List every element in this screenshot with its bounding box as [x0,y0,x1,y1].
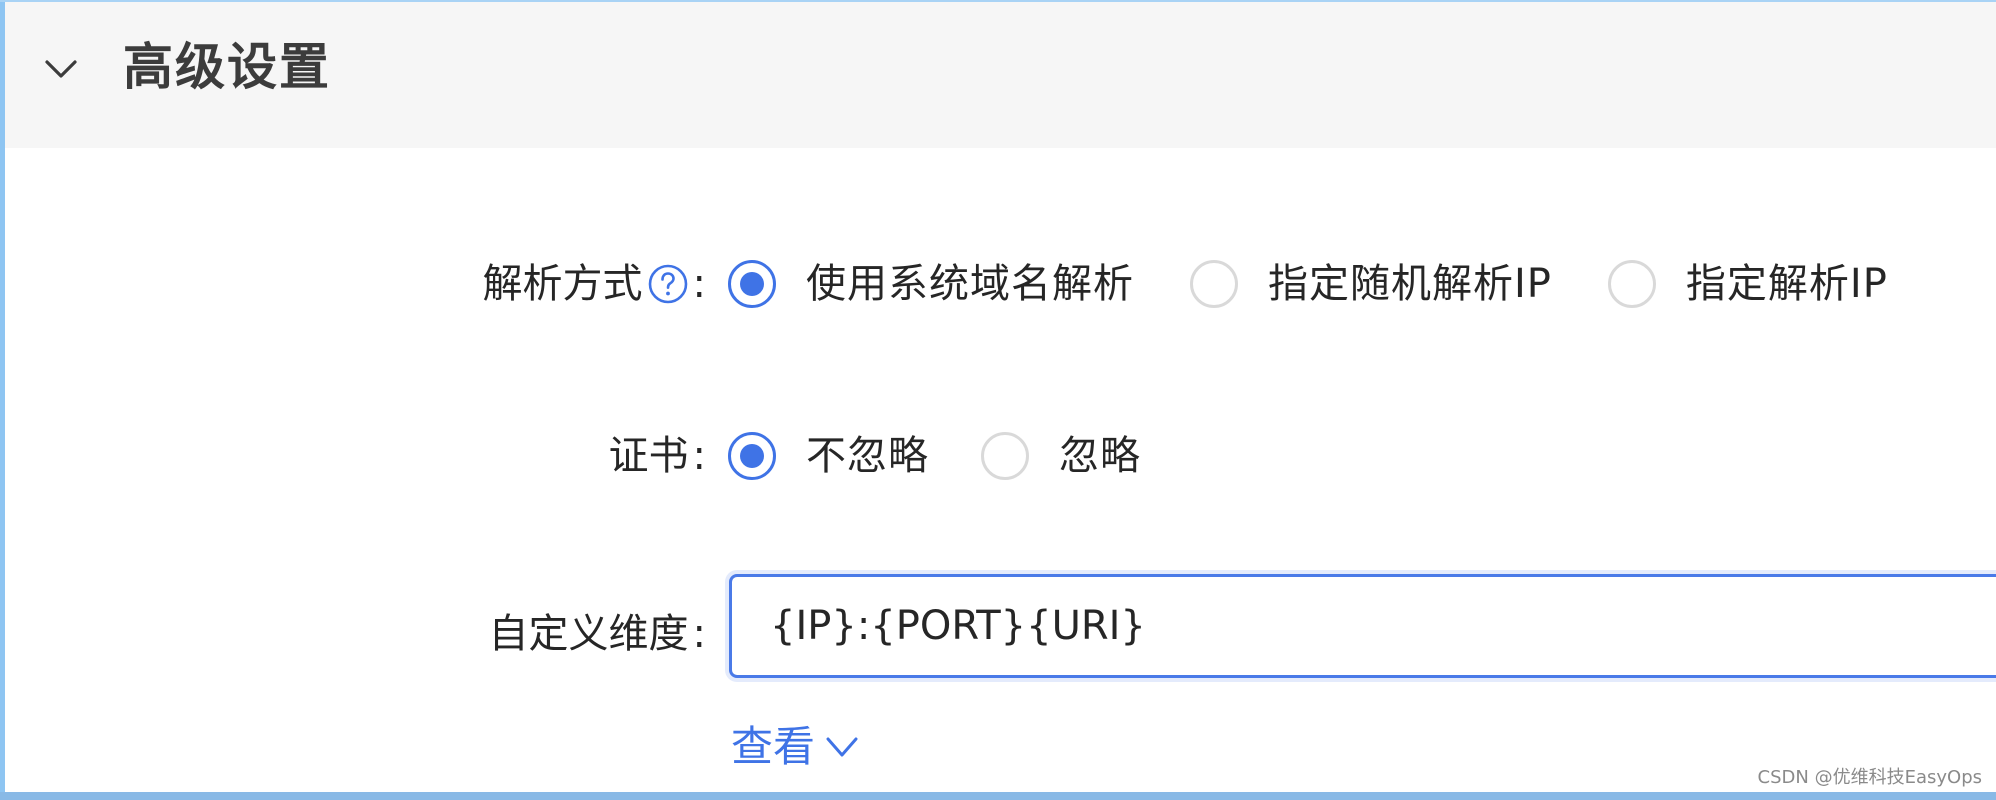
certificate-label: 证书 : [609,428,706,484]
resolve-mode-colon: : [692,261,706,307]
radio-option-ignore[interactable]: 忽略 [981,428,1141,484]
section-header[interactable]: 高级设置 [5,2,1996,148]
chevron-down-icon[interactable] [41,49,81,89]
radio-label: 不忽略 [806,433,929,479]
custom-dimension-label-text: 自定义维度 [488,611,689,657]
certificate-radio-group: 不忽略 忽略 [728,428,1141,484]
advanced-settings-panel: 高级设置 解析方式 : 使用系统域名解析 指定随机解析IP 指定解析IP 证书 … [0,0,1996,800]
custom-dimension-label: 自定义维度 : [489,606,706,662]
radio-button-checked[interactable] [728,260,776,308]
watermark: CSDN @优维科技EasyOps [1757,767,1982,788]
radio-button[interactable] [981,432,1029,480]
section-title: 高级设置 [123,38,331,96]
custom-dimension-colon: : [692,611,706,657]
radio-label: 使用系统域名解析 [806,261,1134,307]
view-toggle-link[interactable]: 查看 [731,718,861,776]
radio-label: 忽略 [1059,433,1141,479]
resolve-mode-label: 解析方式 : [483,256,706,312]
radio-option-specified-ip[interactable]: 指定解析IP [1607,256,1888,312]
radio-label: 指定解析IP [1685,261,1888,307]
radio-button[interactable] [1190,260,1238,308]
view-link-label: 查看 [731,722,816,771]
certificate-colon: : [692,433,706,479]
resolve-mode-radio-group: 使用系统域名解析 指定随机解析IP 指定解析IP [728,256,1888,312]
radio-label: 指定随机解析IP [1268,261,1552,307]
resolve-mode-label-text: 解析方式 [482,261,643,307]
custom-dimension-input[interactable]: {IP}:{PORT}{URI} [729,574,1996,678]
radio-button-checked[interactable] [728,432,776,480]
radio-option-system-dns[interactable]: 使用系统域名解析 [728,256,1134,312]
custom-dimension-input-value: {IP}:{PORT}{URI} [770,603,1146,649]
radio-option-not-ignore[interactable]: 不忽略 [728,428,929,484]
question-circle-icon[interactable] [647,263,689,305]
chevron-down-icon [826,737,858,757]
radio-option-random-ip[interactable]: 指定随机解析IP [1190,256,1552,312]
radio-button[interactable] [1607,260,1656,308]
panel-bottom-border [0,792,1996,800]
certificate-label-text: 证书 [608,433,689,479]
